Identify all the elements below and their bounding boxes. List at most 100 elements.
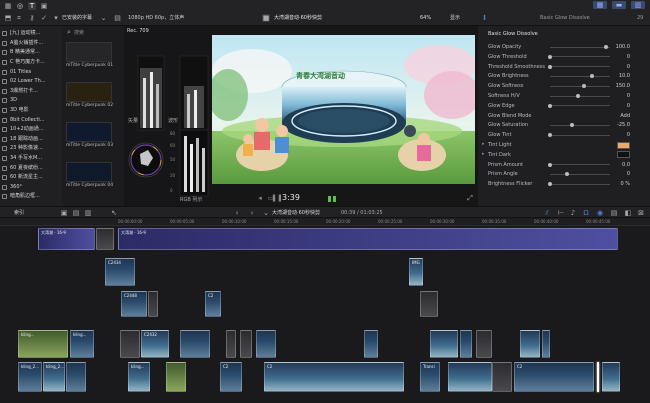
inspector-param[interactable]: Glow Saturation -25.0 [478,120,650,130]
key-icon[interactable]: ⚷ [28,14,36,22]
snapping-icon[interactable]: ⫽ [543,209,551,217]
clip-c2434[interactable]: C2434 [105,258,135,286]
clip-row3-g[interactable] [364,330,378,358]
view-menu[interactable]: 显示 [450,16,460,21]
title-thumbnail[interactable] [66,122,112,142]
sidebar-item[interactable]: 10+2动画通... [2,125,60,135]
param-slider-knob[interactable] [548,54,552,59]
inspector-toggle-icon[interactable]: ▥ [631,1,645,9]
color-swatch[interactable] [617,151,630,159]
inspector-param[interactable]: Prism Angle 0 [478,169,650,179]
clip-row3-e[interactable] [240,330,252,358]
sidebar-item[interactable]: 60 夏夜缤纷... [2,163,60,173]
clip-row4-h[interactable] [448,362,492,392]
append-clip-icon[interactable]: ▣ [60,209,68,217]
inspector-param[interactable]: Glow Softness 150.0 [478,81,650,91]
inspector-param[interactable]: Glow Opacity 100.0 [478,42,650,52]
inspector-param-value[interactable]: -25.0 [610,122,630,128]
param-slider-track[interactable] [550,46,610,48]
fullscreen-icon[interactable]: ⤢ [466,194,474,202]
inspector-param[interactable]: Brightness Flicker 0 % [478,179,650,189]
sidebar-item[interactable]: 01 Titles [2,67,60,77]
titles-icon[interactable]: T [28,2,36,10]
inspector-param[interactable]: Glow Blend Mode Add [478,111,650,121]
param-slider-knob[interactable] [581,84,586,89]
clip-row3-j[interactable] [476,330,492,358]
clip-row3-l[interactable] [542,330,550,358]
workspace-icon[interactable]: ▦ [593,1,607,9]
timeline-project-name[interactable]: 大湾湖音动·60秒快剪 [272,211,320,216]
clip-row4-group[interactable]: C2 [264,362,404,392]
check-icon[interactable]: ✓ [40,14,48,22]
clip-row4-k[interactable] [602,362,620,392]
param-slider-track[interactable] [550,66,610,68]
inspector-param-value[interactable]: 150.0 [610,83,630,89]
clip-row3-d[interactable] [226,330,236,358]
color-swatch[interactable] [617,141,630,149]
inspector-param[interactable]: Glow Brightness 10.0 [478,71,650,81]
clip-row4-c[interactable] [66,362,86,392]
playhead[interactable] [597,362,599,392]
clip-fireworks[interactable] [120,330,140,358]
sidebar-item[interactable]: 8bit Collecti... [2,115,60,125]
clip-kling-a[interactable]: kling... [18,330,68,358]
param-slider-knob[interactable] [548,162,552,167]
inspector-param-value[interactable]: 0.0 [610,162,630,168]
clip-kling-b[interactable]: kling... [70,330,94,358]
timeline-ruler[interactable]: 00:00:00:00 00:00:05:00 00:00:10:00 00:00:1… [0,218,650,226]
sidebar-item[interactable]: 34 手写水M... [2,154,60,164]
sidebar-item[interactable]: 360° [2,183,60,193]
sidebar-item[interactable]: 23 种影像速... [2,144,60,154]
inspector-param[interactable]: Glow Tint 0 [478,130,650,140]
inspector-param-value[interactable]: Add [610,113,630,119]
inspector-param-value[interactable]: 0 [610,54,630,60]
viewer-frame[interactable] [212,35,475,184]
param-slider-knob[interactable] [576,94,580,98]
clip-kling-2-a[interactable]: kling_2... [18,362,42,392]
index-button[interactable]: 索引 [14,211,24,216]
inspector-param[interactable]: Tint Dark ▸ [478,150,650,160]
param-slider-knob[interactable] [548,103,552,108]
solo-icon[interactable]: ◉ [596,209,604,217]
clip-dark-2[interactable] [420,291,438,317]
inspector-param-value[interactable]: 0 [610,171,630,177]
inspector-param[interactable]: Glow Edge 0 [478,101,650,111]
sidebar-item[interactable]: [九] 运动镜... [2,29,60,39]
effects-browser-icon[interactable]: ◧ [624,209,632,217]
clip-kling-2-b[interactable]: kling_2... [43,362,65,392]
clip-row3-c[interactable] [180,330,210,358]
param-slider-track[interactable] [550,75,610,77]
disclosure-icon[interactable]: ▸ [482,151,485,157]
keyword-icon[interactable]: ⌗ [15,14,23,22]
clip-row3-k[interactable] [520,330,540,358]
param-slider-knob[interactable] [604,45,608,49]
param-slider-knob[interactable] [548,182,552,187]
param-slider-knob[interactable] [590,74,594,79]
sidebar-item[interactable]: 暗角肌边框... [2,192,60,202]
clip-c2-row2[interactable]: C2 [205,291,221,317]
generators-icon[interactable]: ▣ [40,2,48,10]
inspector-param[interactable]: Tint Light ▸ [478,140,650,150]
dropdown-icon[interactable]: ⌄ [100,14,107,22]
param-slider-knob[interactable] [564,172,569,177]
param-slider-track[interactable] [550,183,610,185]
param-slider-track[interactable] [550,105,610,107]
clip-row4-e[interactable] [166,362,186,392]
clip-c2432[interactable]: C2432 [141,330,169,358]
title-thumbnail[interactable] [66,82,112,102]
inspector-param-value[interactable]: 10.0 [610,73,630,79]
inspector-param-value[interactable]: 100.0 [610,44,630,50]
inspector-param-value[interactable]: 0 % [610,181,630,187]
title-thumbnail[interactable] [66,42,112,62]
clip-transi[interactable]: Transi [420,362,440,392]
sidebar-item[interactable]: A萤火铺插件... [2,39,60,49]
insert-clip-icon[interactable]: ▤ [72,209,80,217]
grid-view-icon[interactable]: ▤ [114,14,121,22]
inspector-param-value[interactable]: 0 [610,103,630,109]
clip-row4-d[interactable]: kling... [128,362,150,392]
clip-dark-1[interactable] [148,291,158,317]
transitions-browser-icon[interactable]: ⊠ [637,209,645,217]
param-slider-knob[interactable] [548,64,552,69]
zoom-icon[interactable]: ◂ [257,194,263,202]
clip-appearance-icon[interactable]: ▤ [610,209,618,217]
